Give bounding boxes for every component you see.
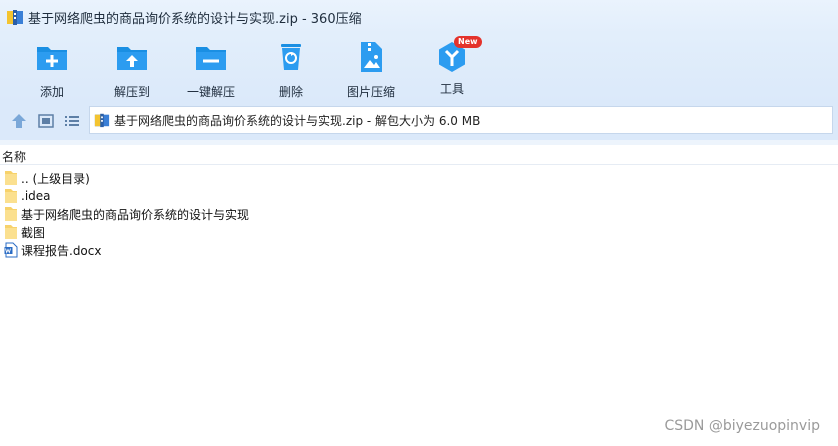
window-title: 基于网络爬虫的商品询价系统的设计与实现.zip - 360压缩 [28, 11, 362, 27]
folder-icon [5, 171, 17, 185]
one-click-extract-button-label: 一键解压 [186, 85, 235, 99]
add-button[interactable]: 添加 [17, 38, 87, 99]
image-compress-button-label: 图片压缩 [346, 85, 395, 99]
file-name: 截图 [21, 225, 46, 240]
list-item[interactable]: 截图 [0, 223, 838, 241]
arrow-up-icon[interactable] [10, 112, 28, 130]
file-list: .. (上级目录) .idea 基于网络爬虫的商品询价系统的设计与实现 截图 课… [0, 169, 838, 259]
folder-one-click-icon [196, 47, 226, 70]
image-compress-icon [361, 42, 382, 72]
watermark: CSDN @biyezuopinvip [664, 418, 820, 434]
recycle-bin-icon [281, 44, 301, 70]
delete-button[interactable]: 删除 [256, 38, 326, 99]
address-bar[interactable]: 基于网络爬虫的商品询价系统的设计与实现.zip - 解包大小为 6.0 MB [89, 106, 833, 134]
folder-extract-icon [117, 47, 147, 70]
new-badge: New [454, 36, 482, 48]
file-name: 基于网络爬虫的商品询价系统的设计与实现 [21, 207, 250, 222]
list-item[interactable]: .idea [0, 187, 838, 205]
view-list-icon[interactable] [63, 112, 81, 130]
archive-icon [7, 10, 23, 25]
image-compress-button[interactable]: 图片压缩 [336, 38, 406, 99]
tools-icon-wrap: New [435, 36, 482, 74]
extract-to-button[interactable]: 解压到 [97, 38, 167, 99]
toolbar: 添加 解压到 一键解压 删除 图片压缩 New 工具 [0, 34, 838, 102]
add-button-label: 添加 [39, 85, 64, 99]
column-header: 名称 [0, 145, 838, 165]
title-bar: 基于网络爬虫的商品询价系统的设计与实现.zip - 360压缩 [0, 0, 838, 34]
extract-to-button-label: 解压到 [113, 85, 150, 99]
file-name: .idea [21, 189, 51, 203]
folder-icon [5, 189, 17, 203]
delete-button-label: 删除 [278, 85, 303, 99]
list-item[interactable]: 课程报告.docx [0, 241, 838, 259]
archive-icon [94, 113, 110, 128]
file-name: 课程报告.docx [21, 243, 102, 258]
list-item[interactable]: .. (上级目录) [0, 169, 838, 187]
folder-icon [5, 207, 17, 221]
file-name: .. (上级目录) [21, 171, 90, 186]
tools-button[interactable]: New 工具 [417, 36, 487, 98]
list-item[interactable]: 基于网络爬虫的商品询价系统的设计与实现 [0, 205, 838, 223]
folder-icon [5, 225, 17, 239]
word-document-icon [4, 242, 18, 258]
view-thumbnail-icon[interactable] [37, 112, 55, 130]
address-text: 基于网络爬虫的商品询价系统的设计与实现.zip - 解包大小为 6.0 MB [114, 113, 481, 128]
one-click-extract-button[interactable]: 一键解压 [176, 38, 246, 99]
column-name-header[interactable]: 名称 [2, 148, 26, 165]
folder-add-icon [37, 47, 67, 70]
tools-button-label: 工具 [439, 82, 464, 96]
